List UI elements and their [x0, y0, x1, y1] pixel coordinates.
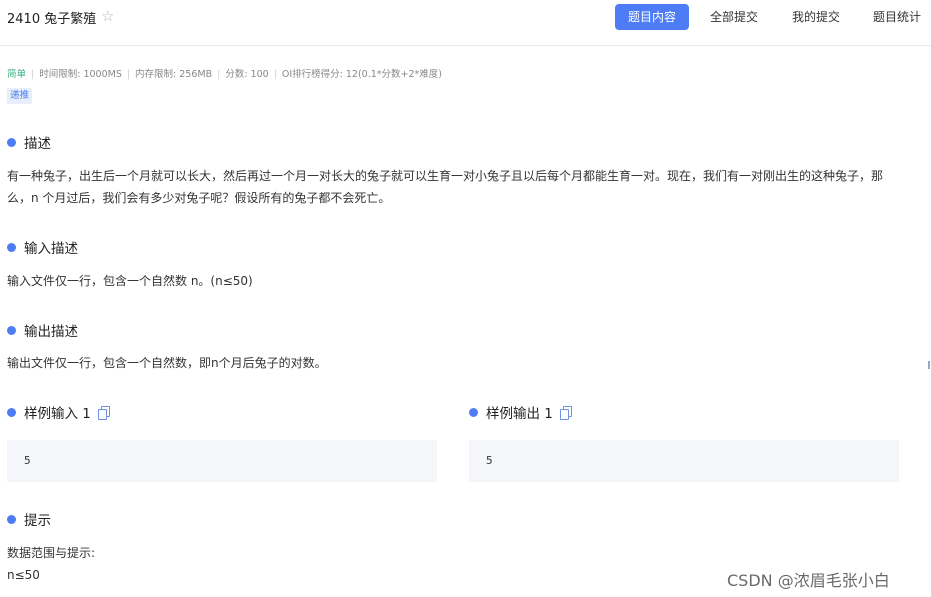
sample-input-heading: 样例输入 1	[7, 402, 110, 422]
bullet-dot-icon	[7, 325, 16, 335]
bullet-dot-icon	[7, 407, 16, 417]
output-heading: 输出描述	[7, 320, 78, 340]
hint-line-1: 数据范围与提示:	[7, 546, 96, 560]
input-description: 输入文件仅一行，包含一个自然数 n。(n≤50)	[7, 274, 253, 288]
difficulty-label: 简单	[7, 69, 27, 80]
output-description: 输出文件仅一行，包含一个自然数，即n个月后兔子的对数。	[7, 356, 327, 370]
problem-title: 2410 兔子繁殖	[7, 12, 97, 27]
bullet-dot-icon	[7, 137, 16, 147]
description-heading: 描述	[7, 132, 51, 152]
ranking-score: OI排行榜得分: 12(0.1*分数+2*难度)	[281, 69, 443, 80]
sample-output-heading: 样例输出 1	[469, 402, 572, 422]
copy-icon[interactable]	[97, 406, 110, 420]
description-line-1: 有一种兔子，出生后一个月就可以长大，然后再过一个月一对长大的兔子就可以生育一对小…	[7, 169, 884, 183]
top-bar: 2410 兔子繁殖 ☆ 题目内容 全部提交 我的提交 题目统计	[0, 0, 931, 46]
sample-output-box: 5	[469, 440, 899, 482]
score: 分数: 100	[225, 69, 269, 80]
sample-input-box: 5	[7, 440, 437, 482]
hint-heading: 提示	[7, 509, 51, 529]
tag-badge[interactable]: 递推	[7, 88, 33, 104]
bullet-dot-icon	[7, 242, 16, 252]
tab-all-submissions[interactable]: 全部提交	[699, 4, 769, 30]
scroll-marker	[928, 361, 930, 369]
time-limit: 时间限制: 1000MS	[39, 69, 122, 80]
bullet-dot-icon	[7, 514, 16, 524]
star-icon[interactable]: ☆	[101, 7, 114, 25]
tab-my-submissions[interactable]: 我的提交	[781, 4, 851, 30]
description-line-2: 么，n 个月过后，我们会有多少对兔子呢？假设所有的兔子都不会死亡。	[7, 191, 391, 205]
memory-limit: 内存限制: 256MB	[135, 69, 213, 80]
tab-problem-stats[interactable]: 题目统计	[862, 4, 931, 30]
input-heading: 输入描述	[7, 237, 78, 257]
copy-icon[interactable]	[559, 406, 572, 420]
hint-line-2: n≤50	[7, 568, 40, 582]
watermark: CSDN @浓眉毛张小白	[727, 571, 890, 590]
bullet-dot-icon	[469, 407, 478, 417]
problem-meta: 简单 | 时间限制: 1000MS | 内存限制: 256MB | 分数: 100 | OI排行…	[7, 69, 443, 80]
tab-problem-content[interactable]: 题目内容	[615, 4, 689, 30]
